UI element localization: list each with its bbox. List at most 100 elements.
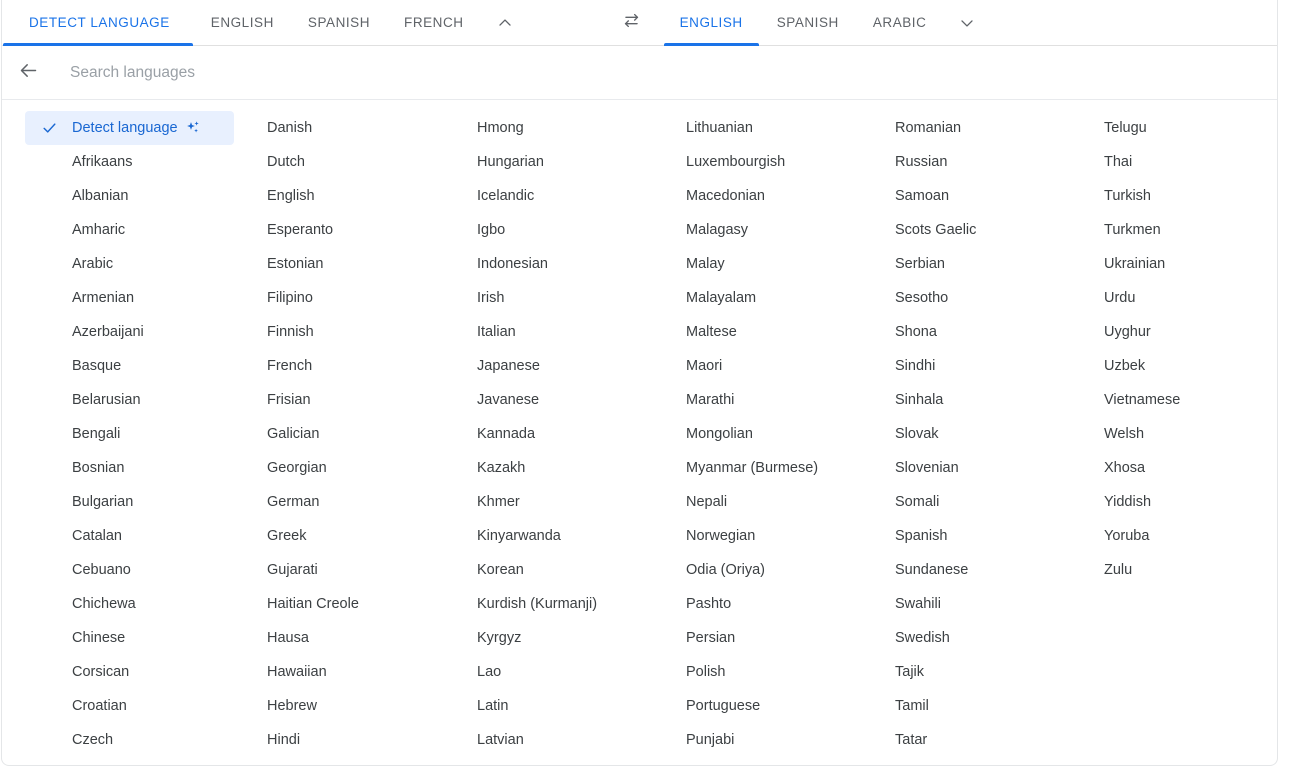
language-option-irish[interactable]: Irish: [467, 281, 676, 315]
language-option-japanese[interactable]: Japanese: [467, 349, 676, 383]
language-option-sinhala[interactable]: Sinhala: [885, 383, 1094, 417]
language-option-marathi[interactable]: Marathi: [676, 383, 885, 417]
language-option-javanese[interactable]: Javanese: [467, 383, 676, 417]
language-option-odia-oriya[interactable]: Odia (Oriya): [676, 553, 885, 587]
language-option-chinese[interactable]: Chinese: [25, 621, 257, 655]
language-option-latvian[interactable]: Latvian: [467, 723, 676, 757]
language-option-punjabi[interactable]: Punjabi: [676, 723, 885, 757]
language-option-amharic[interactable]: Amharic: [25, 213, 257, 247]
language-option-slovenian[interactable]: Slovenian: [885, 451, 1094, 485]
language-option-tajik[interactable]: Tajik: [885, 655, 1094, 689]
language-option-samoan[interactable]: Samoan: [885, 179, 1094, 213]
language-option-chichewa[interactable]: Chichewa: [25, 587, 257, 621]
language-option-welsh[interactable]: Welsh: [1094, 417, 1277, 451]
language-option-croatian[interactable]: Croatian: [25, 689, 257, 723]
language-option-arabic[interactable]: Arabic: [25, 247, 257, 281]
language-option-frisian[interactable]: Frisian: [257, 383, 467, 417]
language-option-hausa[interactable]: Hausa: [257, 621, 467, 655]
language-option-hungarian[interactable]: Hungarian: [467, 145, 676, 179]
language-option-ukrainian[interactable]: Ukrainian: [1094, 247, 1277, 281]
language-option-hawaiian[interactable]: Hawaiian: [257, 655, 467, 689]
language-option-tamil[interactable]: Tamil: [885, 689, 1094, 723]
language-option-korean[interactable]: Korean: [467, 553, 676, 587]
tab-target-english[interactable]: ENGLISH: [663, 0, 760, 46]
language-option-thai[interactable]: Thai: [1094, 145, 1277, 179]
language-option-uyghur[interactable]: Uyghur: [1094, 315, 1277, 349]
language-option-norwegian[interactable]: Norwegian: [676, 519, 885, 553]
language-option-sundanese[interactable]: Sundanese: [885, 553, 1094, 587]
language-option-haitian-creole[interactable]: Haitian Creole: [257, 587, 467, 621]
language-option-belarusian[interactable]: Belarusian: [25, 383, 257, 417]
back-button[interactable]: [2, 60, 54, 86]
language-option-polish[interactable]: Polish: [676, 655, 885, 689]
language-option-macedonian[interactable]: Macedonian: [676, 179, 885, 213]
language-option-bulgarian[interactable]: Bulgarian: [25, 485, 257, 519]
language-option-french[interactable]: French: [257, 349, 467, 383]
language-option-kazakh[interactable]: Kazakh: [467, 451, 676, 485]
language-option-hindi[interactable]: Hindi: [257, 723, 467, 757]
language-option-vietnamese[interactable]: Vietnamese: [1094, 383, 1277, 417]
target-expand-chevron-down-icon[interactable]: [943, 0, 991, 45]
language-option-esperanto[interactable]: Esperanto: [257, 213, 467, 247]
language-option-mongolian[interactable]: Mongolian: [676, 417, 885, 451]
language-option-georgian[interactable]: Georgian: [257, 451, 467, 485]
language-option-maori[interactable]: Maori: [676, 349, 885, 383]
language-option-albanian[interactable]: Albanian: [25, 179, 257, 213]
source-expand-chevron-up-icon[interactable]: [481, 0, 529, 45]
language-option-bengali[interactable]: Bengali: [25, 417, 257, 451]
tab-source-french[interactable]: FRENCH: [387, 0, 481, 45]
language-option-telugu[interactable]: Telugu: [1094, 111, 1277, 145]
language-option-hmong[interactable]: Hmong: [467, 111, 676, 145]
language-option-galician[interactable]: Galician: [257, 417, 467, 451]
language-option-xhosa[interactable]: Xhosa: [1094, 451, 1277, 485]
tab-source-spanish[interactable]: SPANISH: [291, 0, 387, 45]
language-option-scots-gaelic[interactable]: Scots Gaelic: [885, 213, 1094, 247]
language-option-malayalam[interactable]: Malayalam: [676, 281, 885, 315]
language-option-swahili[interactable]: Swahili: [885, 587, 1094, 621]
language-option-afrikaans[interactable]: Afrikaans: [25, 145, 257, 179]
language-option-armenian[interactable]: Armenian: [25, 281, 257, 315]
language-option-persian[interactable]: Persian: [676, 621, 885, 655]
language-option-sindhi[interactable]: Sindhi: [885, 349, 1094, 383]
language-option-zulu[interactable]: Zulu: [1094, 553, 1277, 587]
search-input[interactable]: [54, 46, 1277, 99]
language-option-malagasy[interactable]: Malagasy: [676, 213, 885, 247]
language-option-pashto[interactable]: Pashto: [676, 587, 885, 621]
language-option-nepali[interactable]: Nepali: [676, 485, 885, 519]
language-option-estonian[interactable]: Estonian: [257, 247, 467, 281]
language-option-finnish[interactable]: Finnish: [257, 315, 467, 349]
tab-target-spanish[interactable]: SPANISH: [760, 0, 856, 45]
tab-source-english[interactable]: ENGLISH: [194, 0, 291, 45]
language-option-swedish[interactable]: Swedish: [885, 621, 1094, 655]
tab-source-detect-language[interactable]: DETECT LANGUAGE: [2, 0, 194, 46]
language-option-bosnian[interactable]: Bosnian: [25, 451, 257, 485]
language-option-kinyarwanda[interactable]: Kinyarwanda: [467, 519, 676, 553]
language-option-serbian[interactable]: Serbian: [885, 247, 1094, 281]
language-option-dutch[interactable]: Dutch: [257, 145, 467, 179]
language-option-urdu[interactable]: Urdu: [1094, 281, 1277, 315]
language-option-myanmar-burmese[interactable]: Myanmar (Burmese): [676, 451, 885, 485]
language-option-yiddish[interactable]: Yiddish: [1094, 485, 1277, 519]
swap-languages-button[interactable]: [601, 0, 663, 45]
language-option-turkmen[interactable]: Turkmen: [1094, 213, 1277, 247]
language-option-latin[interactable]: Latin: [467, 689, 676, 723]
language-option-uzbek[interactable]: Uzbek: [1094, 349, 1277, 383]
language-option-catalan[interactable]: Catalan: [25, 519, 257, 553]
language-option-english[interactable]: English: [257, 179, 467, 213]
language-option-corsican[interactable]: Corsican: [25, 655, 257, 689]
language-option-sesotho[interactable]: Sesotho: [885, 281, 1094, 315]
language-option-luxembourgish[interactable]: Luxembourgish: [676, 145, 885, 179]
language-option-maltese[interactable]: Maltese: [676, 315, 885, 349]
language-option-khmer[interactable]: Khmer: [467, 485, 676, 519]
language-option-hebrew[interactable]: Hebrew: [257, 689, 467, 723]
language-option-igbo[interactable]: Igbo: [467, 213, 676, 247]
language-option-turkish[interactable]: Turkish: [1094, 179, 1277, 213]
language-option-kannada[interactable]: Kannada: [467, 417, 676, 451]
language-option-basque[interactable]: Basque: [25, 349, 257, 383]
language-option-kyrgyz[interactable]: Kyrgyz: [467, 621, 676, 655]
language-option-tatar[interactable]: Tatar: [885, 723, 1094, 757]
language-option-spanish[interactable]: Spanish: [885, 519, 1094, 553]
language-option-gujarati[interactable]: Gujarati: [257, 553, 467, 587]
language-option-portuguese[interactable]: Portuguese: [676, 689, 885, 723]
language-option-detect-language[interactable]: Detect language: [25, 111, 234, 145]
